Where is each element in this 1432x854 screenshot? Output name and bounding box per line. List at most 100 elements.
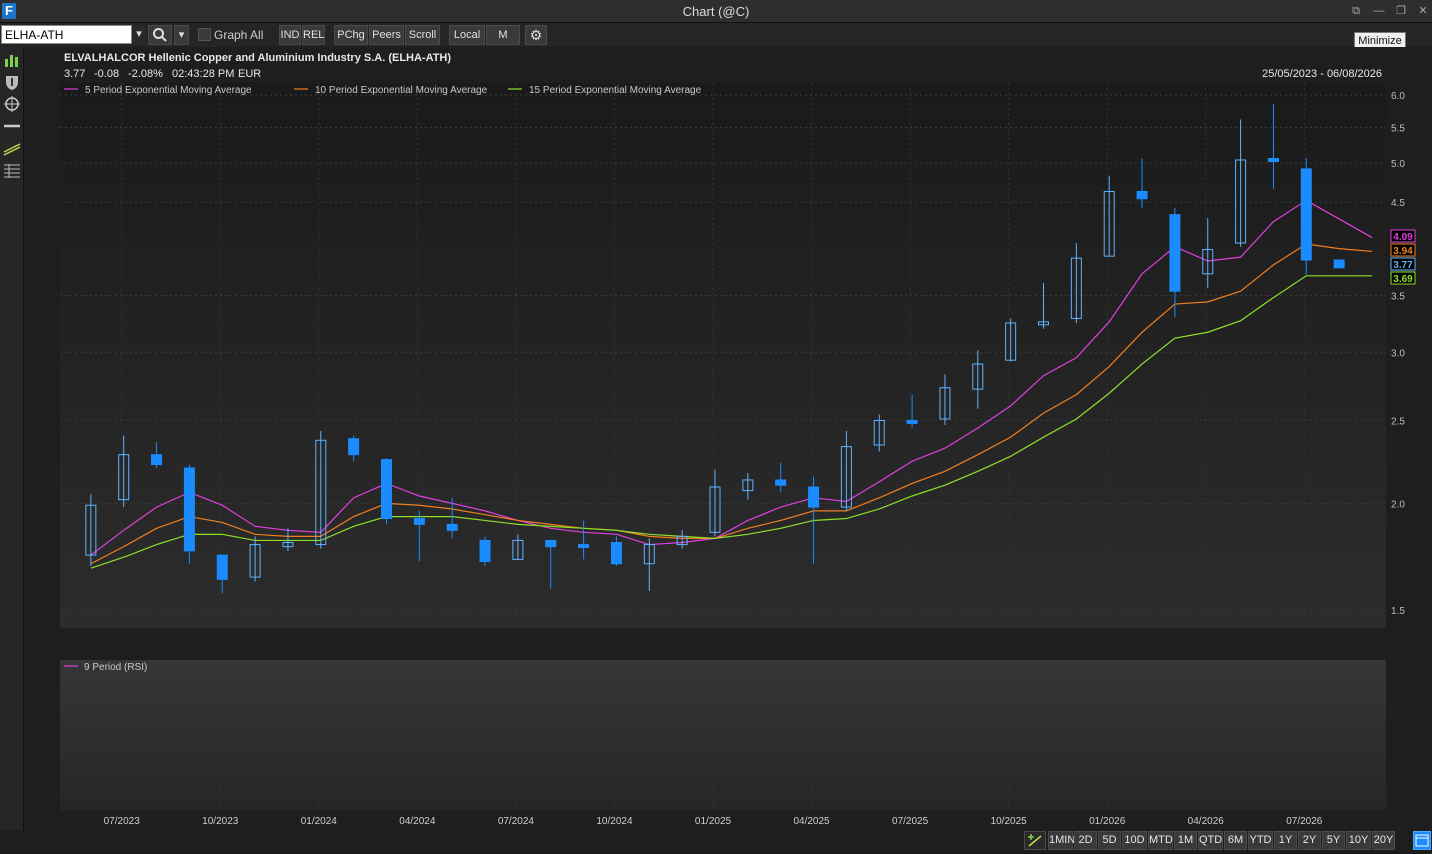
timeframe-button-1min[interactable]: 1MIN [1048,831,1075,850]
graph-all-checkbox[interactable] [198,28,211,41]
symbol-input[interactable] [1,25,132,44]
x-tick-label: 07/2024 [498,816,535,827]
x-tick-label: 04/2025 [793,816,830,827]
change-pct-text: -2.08% [128,68,163,80]
candle-body-down [446,523,458,531]
x-tick-label: 04/2026 [1188,816,1225,827]
horizontal-line-icon[interactable] [2,117,22,135]
y-tick-label: 2.0 [1391,499,1405,510]
candle-body-down [578,544,590,549]
shield-icon[interactable] [2,73,22,91]
candle [1333,259,1345,269]
close-icon[interactable]: ✕ [1415,4,1431,18]
change-text: -0.08 [94,68,119,80]
crosshair-icon[interactable] [2,95,22,113]
price-axis-tag-text: 3.94 [1393,246,1413,257]
toolbar: ▾ ▾ Graph All IND REL PChg Peers Scroll … [0,23,1432,47]
local-button[interactable]: Local [449,25,485,45]
timeframe-button-2d[interactable]: 2D [1074,831,1097,850]
price-axis-tag-text: 3.77 [1393,260,1413,271]
peers-button[interactable]: Peers [369,25,404,45]
y-tick-label: 2.5 [1391,416,1405,427]
ind-button[interactable]: IND [279,25,301,45]
y-tick-label: 3.5 [1391,291,1405,302]
legend-item-label: 15 Period Exponential Moving Average [529,85,702,96]
x-tick-label: 10/2024 [596,816,633,827]
candle [479,536,491,566]
candle-body-down [775,479,787,486]
x-tick-label: 04/2024 [399,816,436,827]
date-range-text: 25/05/2023 - 06/08/2026 [1262,68,1382,80]
x-tick-label: 07/2023 [104,816,141,827]
chart-header-title: ELVALHALCOR Hellenic Copper and Aluminiu… [64,52,451,64]
candle-body-down [479,539,491,563]
candle [183,464,195,564]
graph-all-label: Graph All [214,28,264,42]
price-axis-tag-text: 4.09 [1393,232,1413,243]
currency-text: EUR [238,68,261,80]
drawing-tools-sidebar [0,47,24,851]
timeframe-button-mtd[interactable]: MTD [1148,831,1173,850]
candle-body-down [1333,259,1345,269]
timeframe-button-20y[interactable]: 20Y [1372,831,1395,850]
y-tick-label: 6.0 [1391,91,1405,102]
candle-body-down [610,542,622,565]
search-icon[interactable] [148,25,172,45]
minimize-icon[interactable]: — [1371,4,1387,18]
legend-item-label: 10 Period Exponential Moving Average [315,85,488,96]
trend-line-icon[interactable] [2,139,22,157]
calendar-icon[interactable] [1413,831,1431,850]
price-plot-area [60,83,1386,628]
candle-body-down [381,459,392,520]
timeframe-button-ytd[interactable]: YTD [1248,831,1273,850]
period-m-button[interactable]: M [486,25,520,45]
candle-body-down [183,467,195,552]
grid-lines-icon[interactable] [2,161,22,179]
symbol-dropdown-icon[interactable]: ▾ [133,25,145,45]
price-axis-tag: 3.94 [1390,243,1416,257]
timeframe-button-10d[interactable]: 10D [1122,831,1147,850]
y-tick-label: 3.0 [1391,349,1405,360]
timeframe-button-qtd[interactable]: QTD [1198,831,1223,850]
y-tick-label: 4.5 [1391,198,1405,209]
candle-body-down [545,539,557,548]
scroll-button[interactable]: Scroll [405,25,440,45]
timeframe-button-2y[interactable]: 2Y [1298,831,1321,850]
x-tick-label: 01/2026 [1089,816,1126,827]
candle-body-down [1267,157,1279,162]
draw-tool-plus-icon[interactable] [1024,831,1046,850]
search-dropdown-icon[interactable]: ▾ [174,25,189,45]
window-title: Chart (@C) [682,4,750,19]
x-tick-label: 07/2025 [892,816,929,827]
x-tick-label: 10/2023 [202,816,239,827]
candle-body-down [906,419,918,424]
candle [1300,157,1312,275]
bar-chart-icon[interactable] [2,51,22,69]
last-price-text: 3.77 [64,68,85,80]
candle-body-down [1300,168,1312,261]
x-tick-label: 01/2025 [695,816,732,827]
timeframe-button-10y[interactable]: 10Y [1346,831,1371,850]
timeframe-button-5y[interactable]: 5Y [1322,831,1345,850]
price-chart[interactable]: 6.0 5.5 5.0 4.5 3.5 3.0 2.5 2.0 1.5 07/2023 10/202… [24,47,1432,830]
candle [381,457,392,525]
timeframe-button-1m[interactable]: 1M [1174,831,1197,850]
pchg-button[interactable]: PChg [334,25,368,45]
chart-area: 6.0 5.5 5.0 4.5 3.5 3.0 2.5 2.0 1.5 07/2023 10/202… [24,47,1432,830]
price-axis-tag: 3.69 [1390,271,1416,285]
rel-button[interactable]: REL [302,25,325,45]
price-axis-tag-text: 3.69 [1393,274,1413,285]
time-text: 02:43:28 PM [172,68,234,80]
timeframe-bar: 1MIN 2D 5D 10D MTD 1M QTD 6M YTD 1Y 2Y 5Y 10Y 20Y [0,830,1432,851]
x-tick-label: 07/2026 [1286,816,1323,827]
timeframe-button-6m[interactable]: 6M [1224,831,1247,850]
maximize-icon[interactable]: ❐ [1393,4,1409,18]
timeframe-button-1y[interactable]: 1Y [1274,831,1297,850]
y-tick-label: 5.0 [1391,159,1405,170]
x-tick-label: 10/2025 [991,816,1028,827]
timeframe-button-5d[interactable]: 5D [1098,831,1121,850]
candle-body-down [1136,190,1148,200]
legend-item-label: 5 Period Exponential Moving Average [85,85,252,96]
settings-gear-icon[interactable]: ⚙ [525,25,547,45]
restore-to-tab-icon[interactable]: ⧉ [1348,4,1364,18]
